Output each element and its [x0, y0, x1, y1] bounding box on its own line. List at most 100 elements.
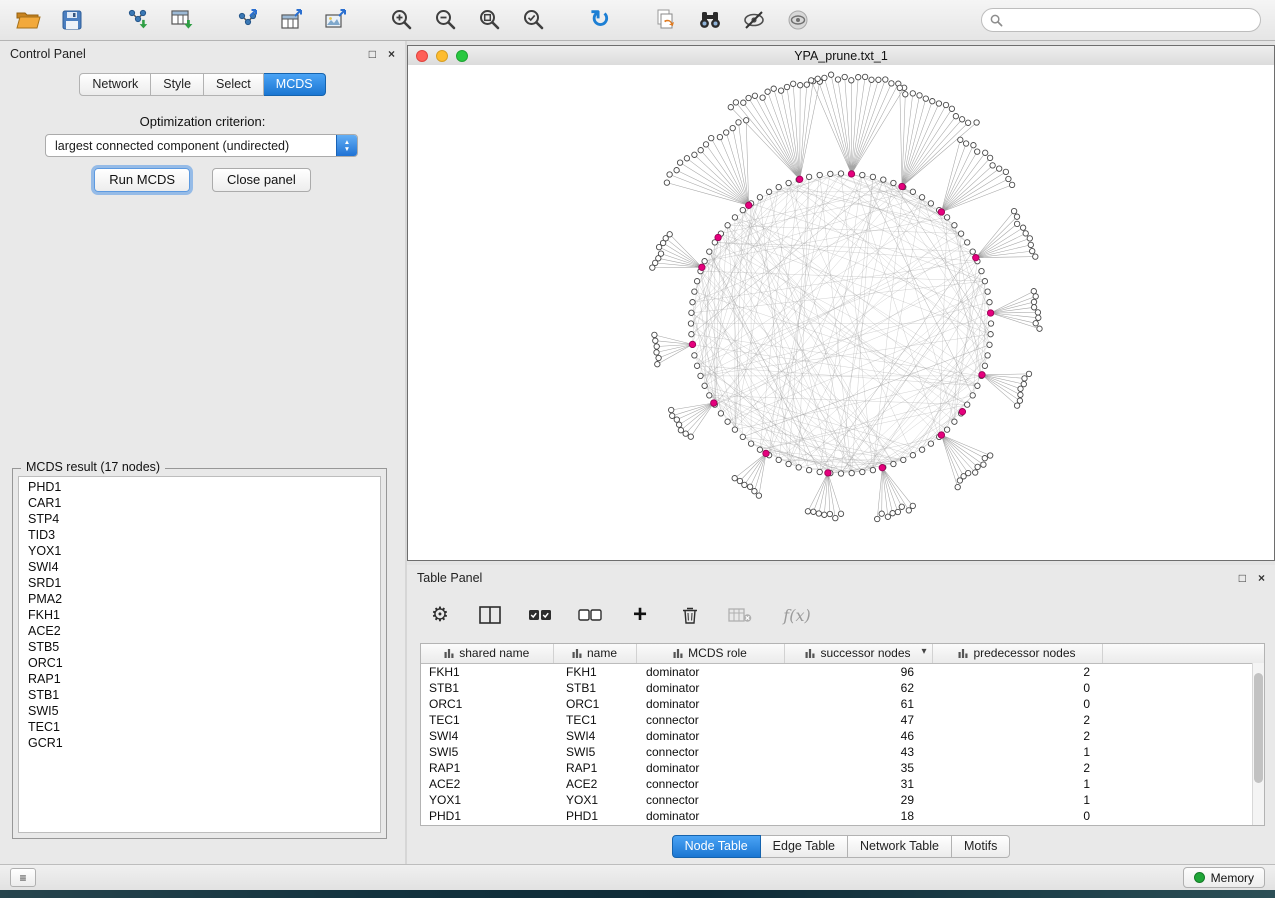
table-row[interactable]: SWI5SWI5connector431	[421, 744, 1264, 760]
float-table-panel-icon[interactable]: □	[1239, 572, 1246, 584]
mcds-result-item[interactable]: TID3	[28, 527, 380, 543]
table-row[interactable]: STB1STB1dominator620	[421, 680, 1264, 696]
column-header-mcds-role[interactable]: MCDS role	[636, 644, 784, 664]
tab-network-table[interactable]: Network Table	[848, 835, 952, 858]
table-row[interactable]: PHD1PHD1dominator180	[421, 808, 1264, 824]
table-panel-title: Table Panel	[417, 571, 482, 585]
mcds-result-item[interactable]: RAP1	[28, 671, 380, 687]
cell-filler	[1102, 696, 1264, 712]
delete-table-button[interactable]	[725, 600, 755, 630]
column-header-successor-nodes[interactable]: successor nodes▾	[784, 644, 932, 664]
table-row[interactable]: SWI4SWI4dominator462	[421, 728, 1264, 744]
mcds-result-item[interactable]: PMA2	[28, 591, 380, 607]
memory-button[interactable]: Memory	[1183, 867, 1265, 888]
mcds-result-item[interactable]: TEC1	[28, 719, 380, 735]
cell-shared-name: PHD1	[421, 808, 553, 824]
mcds-result-item[interactable]: STB5	[28, 639, 380, 655]
toggle-column-panel-button[interactable]	[475, 600, 505, 630]
function-builder-button[interactable]: f(x)	[775, 600, 819, 630]
table-row[interactable]: TEC1TEC1connector472	[421, 712, 1264, 728]
desktop-wallpaper-strip	[0, 890, 1275, 898]
run-mcds-button[interactable]: Run MCDS	[94, 168, 190, 192]
toggle-graphics-button[interactable]	[736, 4, 772, 36]
close-table-panel-icon[interactable]: ×	[1258, 572, 1265, 584]
column-header-name[interactable]: name	[553, 644, 636, 664]
table-row[interactable]: YOX1YOX1connector291	[421, 792, 1264, 808]
mcds-result-item[interactable]: SWI4	[28, 559, 380, 575]
status-menu-button[interactable]: ≡	[10, 868, 36, 887]
cell-shared-name: YOX1	[421, 792, 553, 808]
search-network-button[interactable]	[692, 4, 728, 36]
network-canvas[interactable]	[408, 65, 1274, 560]
criterion-select[interactable]: largest connected component (undirected)…	[45, 134, 358, 157]
apply-layout-button[interactable]: ↻	[582, 4, 618, 36]
mcds-result-item[interactable]: SRD1	[28, 575, 380, 591]
cell-predecessor-nodes: 2	[932, 712, 1102, 728]
mcds-result-item[interactable]: SWI5	[28, 703, 380, 719]
tab-motifs[interactable]: Motifs	[952, 835, 1010, 858]
mcds-result-item[interactable]: FKH1	[28, 607, 380, 623]
cell-name: SWI5	[553, 744, 636, 760]
table-row[interactable]: ACE2ACE2connector311	[421, 776, 1264, 792]
import-network-button[interactable]	[120, 4, 156, 36]
table-row[interactable]: RAP1RAP1dominator352	[421, 760, 1264, 776]
mcds-result-item[interactable]: STP4	[28, 511, 380, 527]
apply-layout-icon: ↻	[590, 9, 610, 31]
table-scrollbar[interactable]	[1252, 663, 1264, 825]
export-web-button[interactable]	[648, 4, 684, 36]
show-hide-button[interactable]	[780, 4, 816, 36]
table-row[interactable]: ORC1ORC1dominator610	[421, 696, 1264, 712]
cell-name: ACE2	[553, 776, 636, 792]
tab-style[interactable]: Style	[151, 73, 204, 96]
mcds-result-item[interactable]: PHD1	[28, 479, 380, 495]
mcds-result-item[interactable]: GCR1	[28, 735, 380, 751]
zoom-selected-button[interactable]	[516, 4, 552, 36]
import-table-button[interactable]	[164, 4, 200, 36]
tab-select[interactable]: Select	[204, 73, 264, 96]
deselect-all-button[interactable]	[575, 600, 605, 630]
close-panel-button[interactable]: Close panel	[212, 168, 311, 192]
toggle-graphics-icon	[742, 8, 766, 32]
cell-filler	[1102, 808, 1264, 824]
export-image-button[interactable]	[318, 4, 354, 36]
cell-successor-nodes: 62	[784, 680, 932, 696]
cell-successor-nodes: 43	[784, 744, 932, 760]
tab-mcds[interactable]: MCDS	[264, 73, 326, 96]
select-all-icon	[528, 607, 552, 623]
tab-node-table[interactable]: Node Table	[672, 835, 761, 858]
table-scrollbar-thumb[interactable]	[1254, 673, 1263, 783]
column-header-shared-name[interactable]: shared name	[421, 644, 553, 664]
export-network-button[interactable]	[230, 4, 266, 36]
export-network-icon	[236, 8, 260, 32]
cell-predecessor-nodes: 1	[932, 792, 1102, 808]
column-header-predecessor-nodes[interactable]: predecessor nodes	[932, 644, 1102, 664]
search-network-icon	[696, 9, 724, 31]
open-session-button[interactable]	[10, 4, 46, 36]
table-row[interactable]: FKH1FKH1dominator962	[421, 664, 1264, 681]
zoom-in-button[interactable]	[384, 4, 420, 36]
mcds-result-item[interactable]: CAR1	[28, 495, 380, 511]
network-graph	[408, 65, 1274, 562]
cell-successor-nodes: 61	[784, 696, 932, 712]
tab-edge-table[interactable]: Edge Table	[761, 835, 848, 858]
zoom-out-button[interactable]	[428, 4, 464, 36]
select-all-button[interactable]	[525, 600, 555, 630]
cell-mcds-role: dominator	[636, 808, 784, 824]
delete-column-button[interactable]	[675, 600, 705, 630]
save-session-button[interactable]	[54, 4, 90, 36]
mcds-result-item[interactable]: YOX1	[28, 543, 380, 559]
add-column-button[interactable]: +	[625, 600, 655, 630]
close-panel-icon[interactable]: ×	[388, 48, 395, 60]
mcds-result-list[interactable]: PHD1CAR1STP4TID3YOX1SWI4SRD1PMA2FKH1ACE2…	[18, 476, 381, 833]
cell-shared-name: FKH1	[421, 664, 553, 681]
zoom-fit-button[interactable]	[472, 4, 508, 36]
mcds-result-item[interactable]: STB1	[28, 687, 380, 703]
export-table-button[interactable]	[274, 4, 310, 36]
search-input[interactable]	[1003, 13, 1260, 27]
tab-network[interactable]: Network	[79, 73, 151, 96]
float-panel-icon[interactable]: □	[369, 48, 376, 60]
mcds-result-item[interactable]: ORC1	[28, 655, 380, 671]
status-bar: ≡ Memory	[0, 864, 1275, 890]
mcds-result-item[interactable]: ACE2	[28, 623, 380, 639]
table-settings-button[interactable]: ⚙	[425, 600, 455, 630]
